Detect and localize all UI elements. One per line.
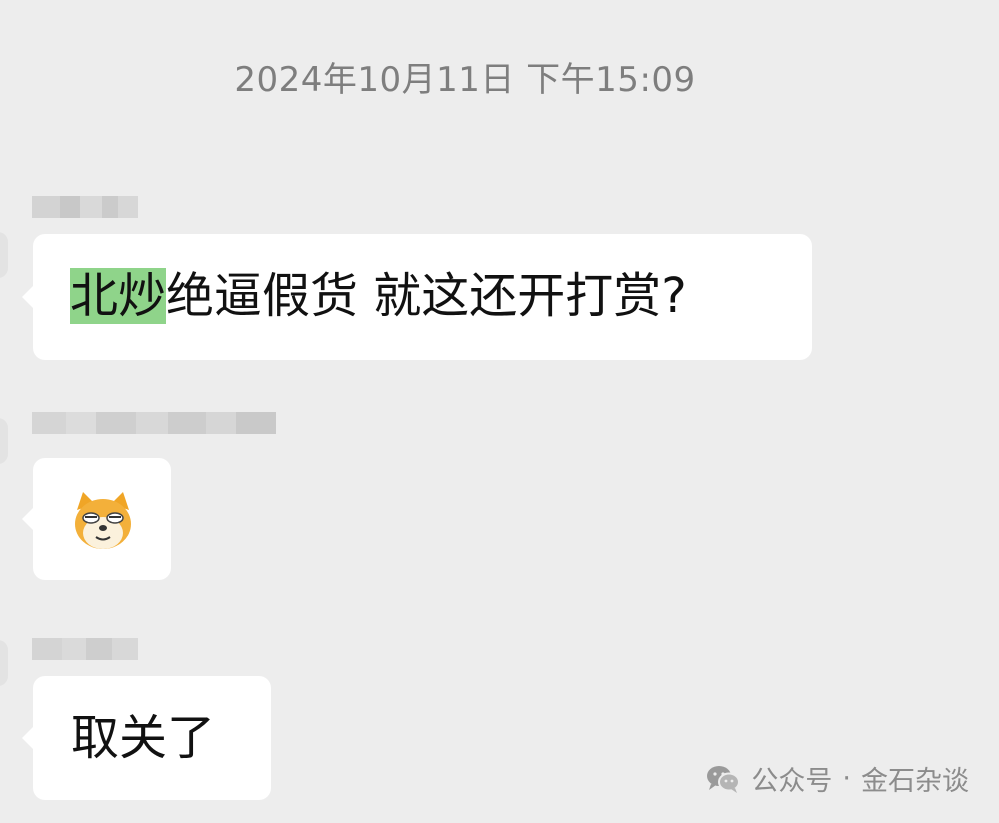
sender-name-blurred: [32, 638, 138, 660]
sender-name-blurred: [32, 412, 276, 434]
message-bubble[interactable]: 北炒绝逼假货 就这还开打赏?: [22, 234, 812, 360]
watermark-account-type: 公众号: [751, 766, 833, 797]
message-body: 绝逼假货 就这还开打赏?: [166, 268, 687, 324]
watermark: 公众号 · 金石杂谈: [705, 759, 969, 798]
avatar-partial[interactable]: [0, 232, 8, 278]
message-bubble[interactable]: 取关了: [22, 676, 271, 800]
chat-timestamp: 2024年10月11日 下午15:09: [234, 60, 696, 100]
message-text: 取关了: [71, 710, 216, 766]
sender-name-blurred: [32, 196, 138, 218]
message-bubble[interactable]: [22, 458, 171, 580]
avatar-partial[interactable]: [0, 418, 8, 464]
watermark-account-name: 金石杂谈: [861, 766, 969, 797]
doge-sticker: [75, 492, 131, 549]
avatar-partial[interactable]: [0, 640, 8, 686]
watermark-separator: ·: [842, 763, 851, 794]
wechat-icon: [707, 765, 741, 793]
message-highlight: 北炒: [70, 268, 167, 324]
message-text: 北炒绝逼假货 就这还开打赏?: [70, 266, 687, 326]
